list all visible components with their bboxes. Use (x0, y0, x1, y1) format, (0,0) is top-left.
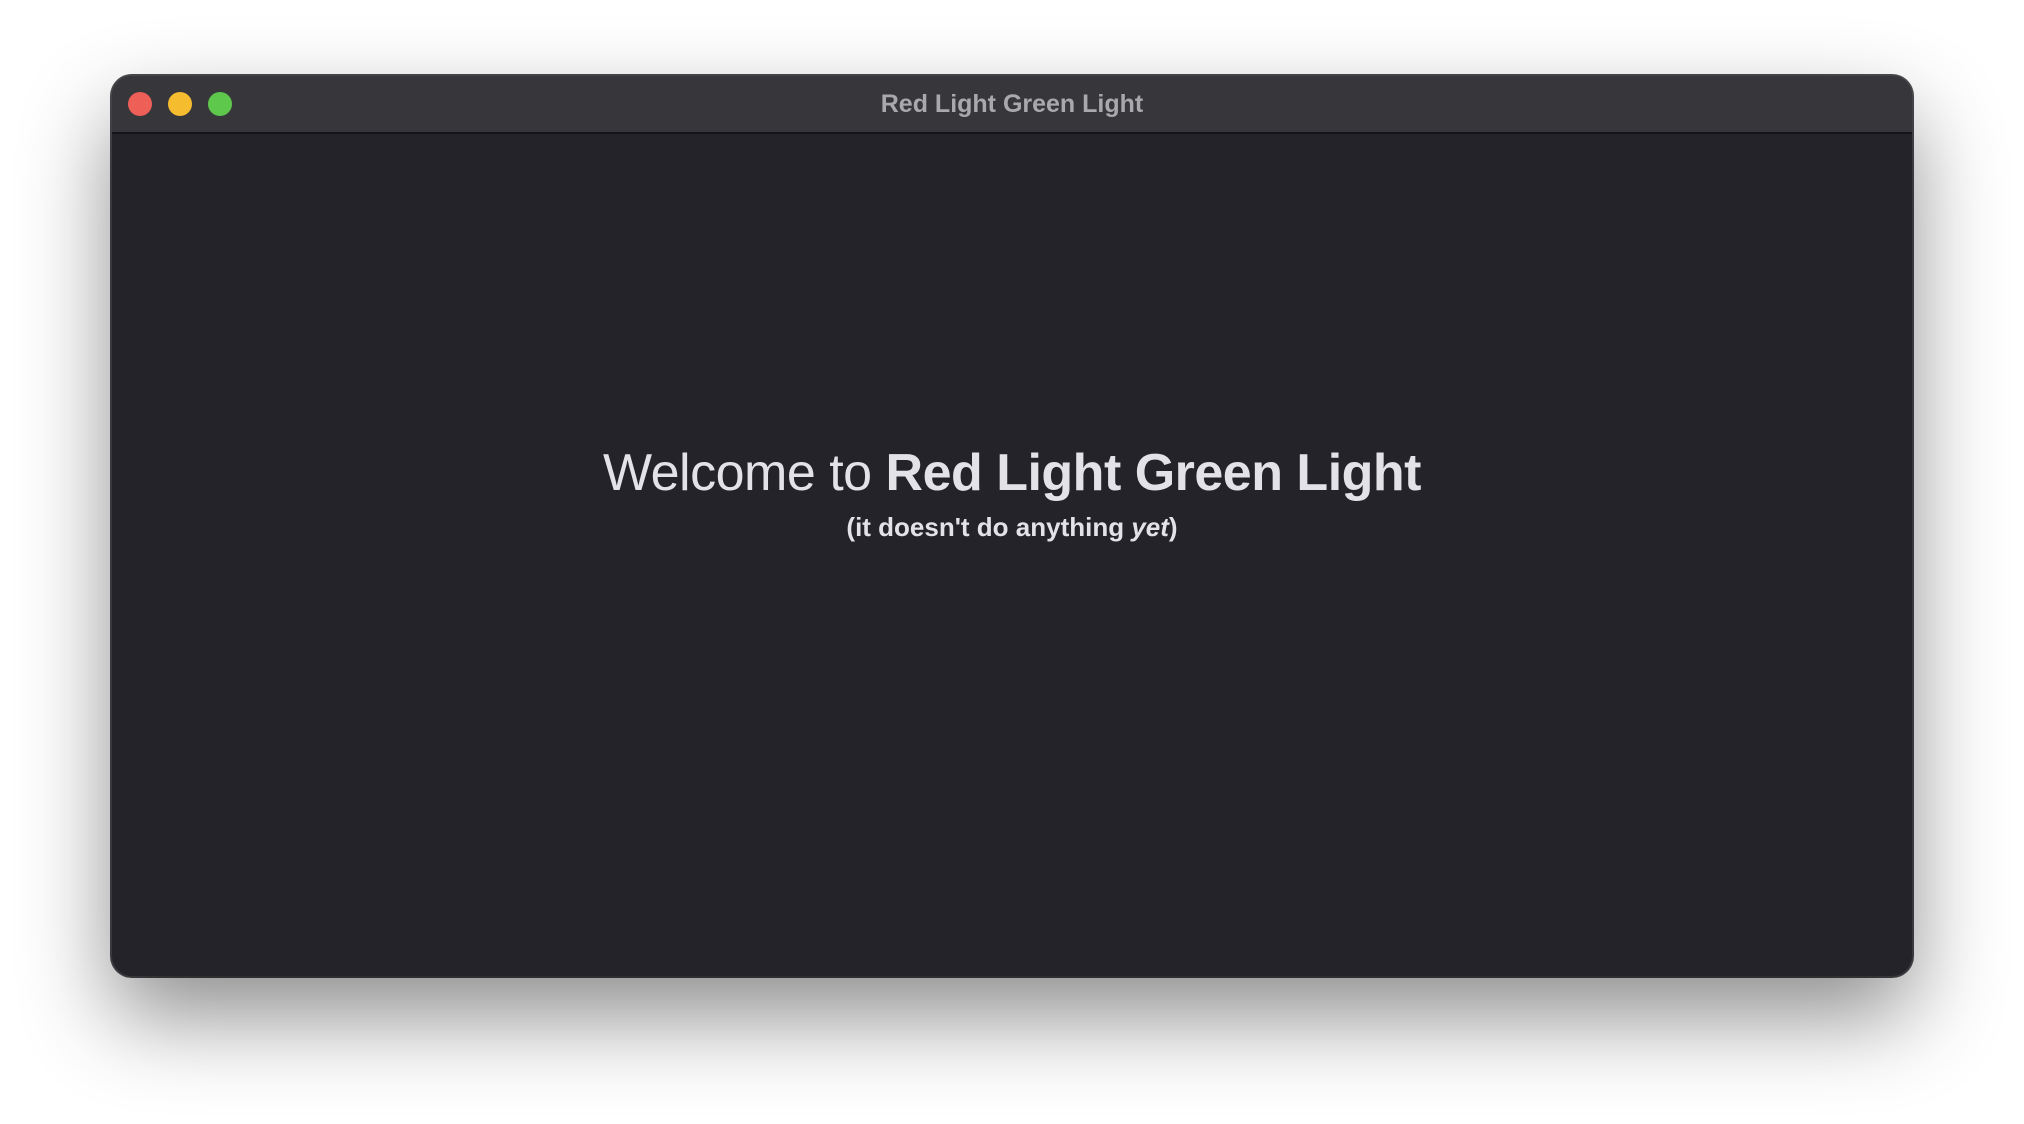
welcome-heading: Welcome to Red Light Green Light (112, 442, 1912, 504)
subtitle-close: ) (1168, 512, 1178, 542)
window-title: Red Light Green Light (880, 90, 1144, 118)
app-name: Red Light Green Light (885, 444, 1422, 502)
welcome-prefix: Welcome to (602, 444, 886, 502)
welcome-subtitle: (it doesn't do anything yet) (112, 510, 1912, 544)
subtitle-open: (it doesn't do anything (846, 512, 1132, 542)
subtitle-emphasis: yet (1131, 512, 1169, 542)
title-bar[interactable]: Red Light Green Light (112, 76, 1912, 134)
main-content: Welcome to Red Light Green Light (it doe… (112, 134, 1912, 976)
app-window: Red Light Green Light Welcome to Red Lig… (112, 76, 1912, 976)
